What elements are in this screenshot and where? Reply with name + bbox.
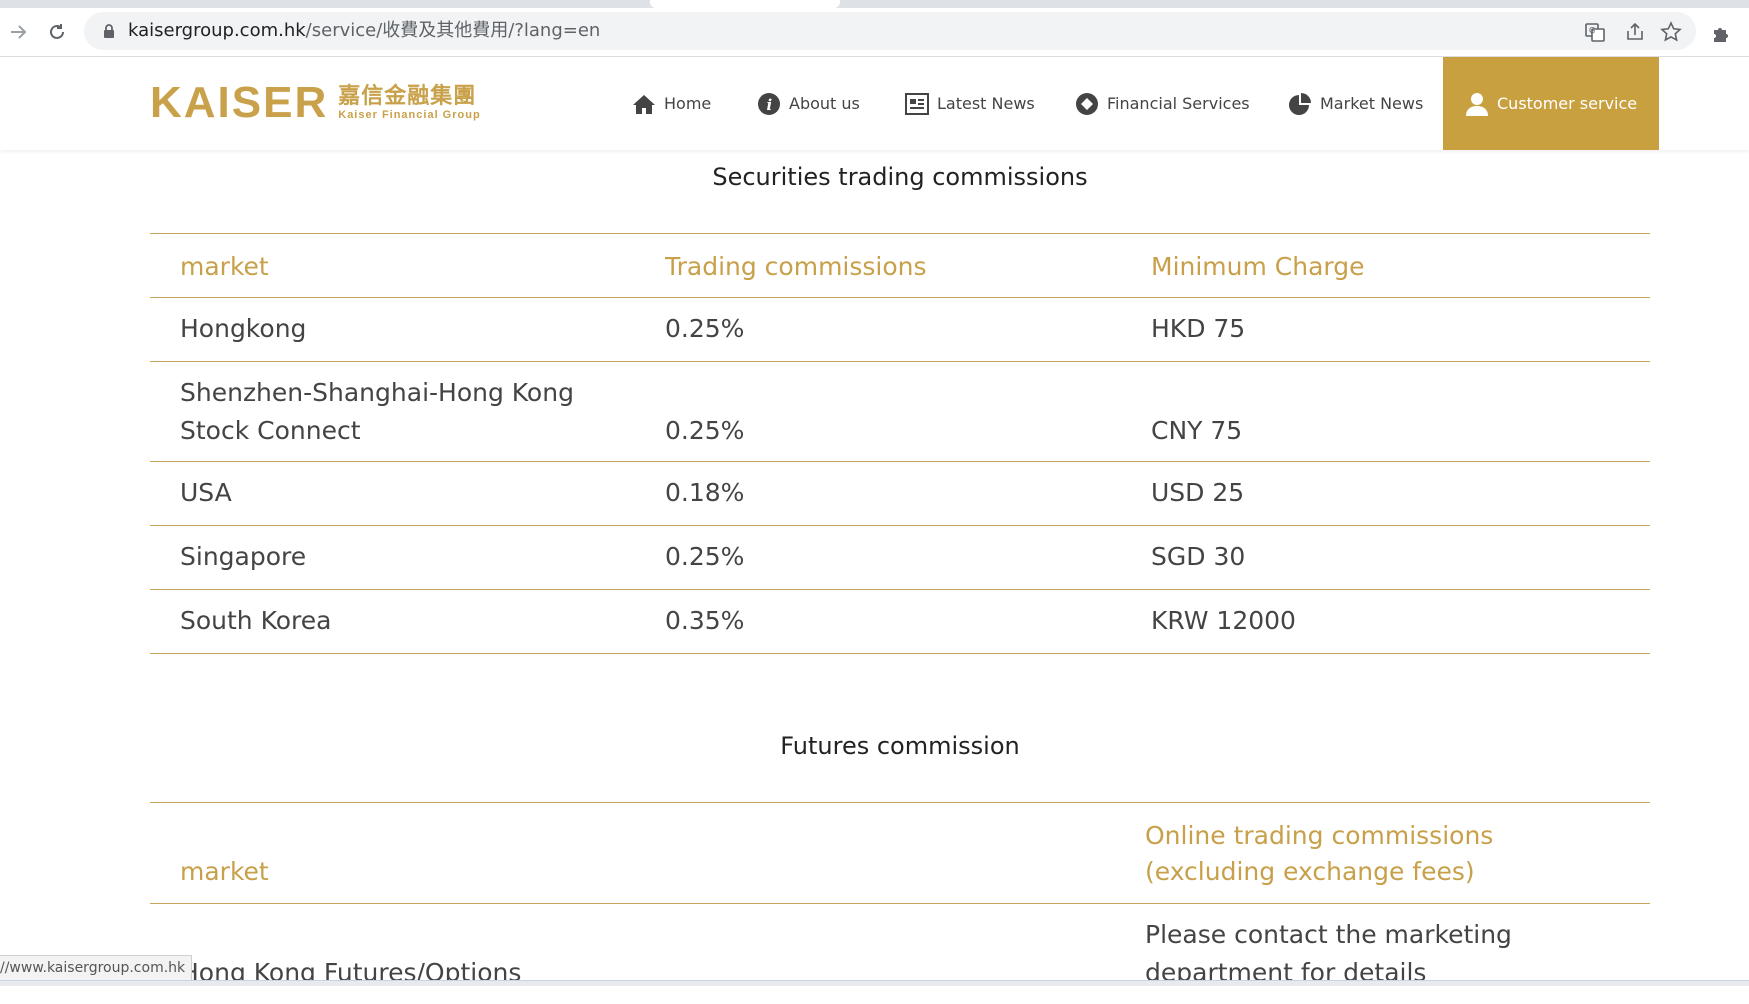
cell-market: Hongkong [180,314,307,343]
reload-icon [50,24,64,39]
nav-customer-service[interactable]: Customer service [1443,57,1660,150]
table-row: Shenzhen-Shanghai-Hong Kong Stock Connec… [150,362,1650,462]
header-online-commissions-line1: Online trading commissions [1145,821,1494,850]
cell-market: Singapore [180,542,307,571]
logo-english-name: Kaiser Financial Group [338,109,481,121]
nav-market-news-label: Market News [1320,94,1424,113]
active-tab[interactable] [650,0,840,8]
table-header-row: market Online trading commissions (exclu… [150,803,1650,904]
link-status-bubble: //www.kaisergroup.com.hk [0,955,193,982]
futures-title: Futures commission [780,732,1020,760]
futures-table: market Online trading commissions (exclu… [150,802,1650,1004]
header-online-commissions-line2: (excluding exchange fees) [1145,857,1475,886]
nav-customer-service-label: Customer service [1497,94,1638,113]
nav-market-news[interactable]: Market News [1288,57,1423,150]
header-market: market [180,252,269,281]
share-icon[interactable] [1624,21,1646,43]
nav-financial-services-label: Financial Services [1107,94,1250,113]
header-minimum-charge: Minimum Charge [1151,252,1365,281]
address-bar[interactable]: kaisergroup.com.hk/service/收費及其他費用/?lang… [84,12,1696,50]
window-bottom-edge [0,980,1749,986]
info-icon: i [758,92,780,115]
arrow-right-icon [11,25,27,39]
cell-market: USA [180,478,232,507]
cell-market-line2: Stock Connect [180,416,361,445]
logo-chinese-name: 嘉信金融集團 [338,84,477,109]
table-row: Singapore 0.25% SGD 30 [150,526,1650,590]
pie-chart-icon [1289,92,1311,115]
site-header: KAISER 嘉信金融集團 Kaiser Financial Group Hom… [0,57,1749,150]
nav-latest-news-label: Latest News [937,94,1035,113]
cell-commission: 0.18% [665,478,745,507]
user-icon [1466,92,1488,116]
nav-home-label: Home [664,94,712,113]
logo-wordmark: KAISER [150,78,329,127]
cell-commission: 0.35% [665,606,745,635]
cell-minimum: SGD 30 [1151,542,1246,571]
extensions-puzzle-icon[interactable] [1710,24,1732,46]
home-icon [633,94,655,114]
diamond-icon [1076,92,1098,115]
reload-button[interactable] [41,16,73,48]
table-row: USA 0.18% USD 25 [150,462,1650,526]
cell-commission-line2: department for details [1145,958,1427,987]
nav-financial-services[interactable]: Financial Services [1075,57,1250,150]
bookmark-star-icon[interactable] [1660,21,1682,43]
translate-icon[interactable]: G [1584,21,1606,43]
lock-icon [104,24,114,38]
cell-market: Hong Kong Futures/Options [180,958,522,987]
url-host: kaisergroup.com.hk [128,20,306,41]
browser-tab-strip [0,0,1749,8]
cell-commission: 0.25% [665,416,745,445]
cell-minimum: USD 25 [1151,478,1245,507]
cell-commission: 0.25% [665,542,745,571]
kaiser-logo[interactable]: KAISER 嘉信金融集團 Kaiser Financial Group [150,81,481,125]
svg-text:G: G [1589,26,1595,35]
securities-title: Securities trading commissions [712,163,1088,191]
table-row: Hongkong 0.25% HKD 75 [150,298,1650,362]
browser-toolbar: kaisergroup.com.hk/service/收費及其他費用/?lang… [0,8,1749,57]
cell-minimum: HKD 75 [1151,314,1246,343]
logo-subtitle: 嘉信金融集團 Kaiser Financial Group [338,84,481,122]
table-row: Hong Kong Futures/Options Please contact… [150,904,1650,1004]
cell-market-line1: Shenzhen-Shanghai-Hong Kong [180,378,574,407]
nav-latest-news[interactable]: Latest News [905,57,1035,150]
table-header-row: market Trading commissions Minimum Charg… [150,234,1650,298]
header-market: market [180,857,269,886]
nav-about-us[interactable]: i About us [757,57,860,150]
table-row: South Korea 0.35% KRW 12000 [150,590,1650,654]
newspaper-icon [905,92,929,115]
cell-commission-line1: Please contact the marketing [1145,920,1512,949]
cell-commission: 0.25% [665,314,745,343]
cell-market: South Korea [180,606,332,635]
securities-table: market Trading commissions Minimum Charg… [150,233,1650,654]
cell-minimum: KRW 12000 [1151,606,1296,635]
header-trading-commissions: Trading commissions [665,252,927,281]
url-path: /service/收費及其他費用/?lang=en [305,20,601,41]
svg-text:i: i [767,96,773,114]
nav-about-label: About us [789,94,860,113]
nav-home[interactable]: Home [632,57,711,150]
cell-minimum: CNY 75 [1151,416,1243,445]
url-text[interactable]: kaisergroup.com.hk/service/收費及其他費用/?lang… [128,12,600,50]
forward-button[interactable] [2,16,34,48]
